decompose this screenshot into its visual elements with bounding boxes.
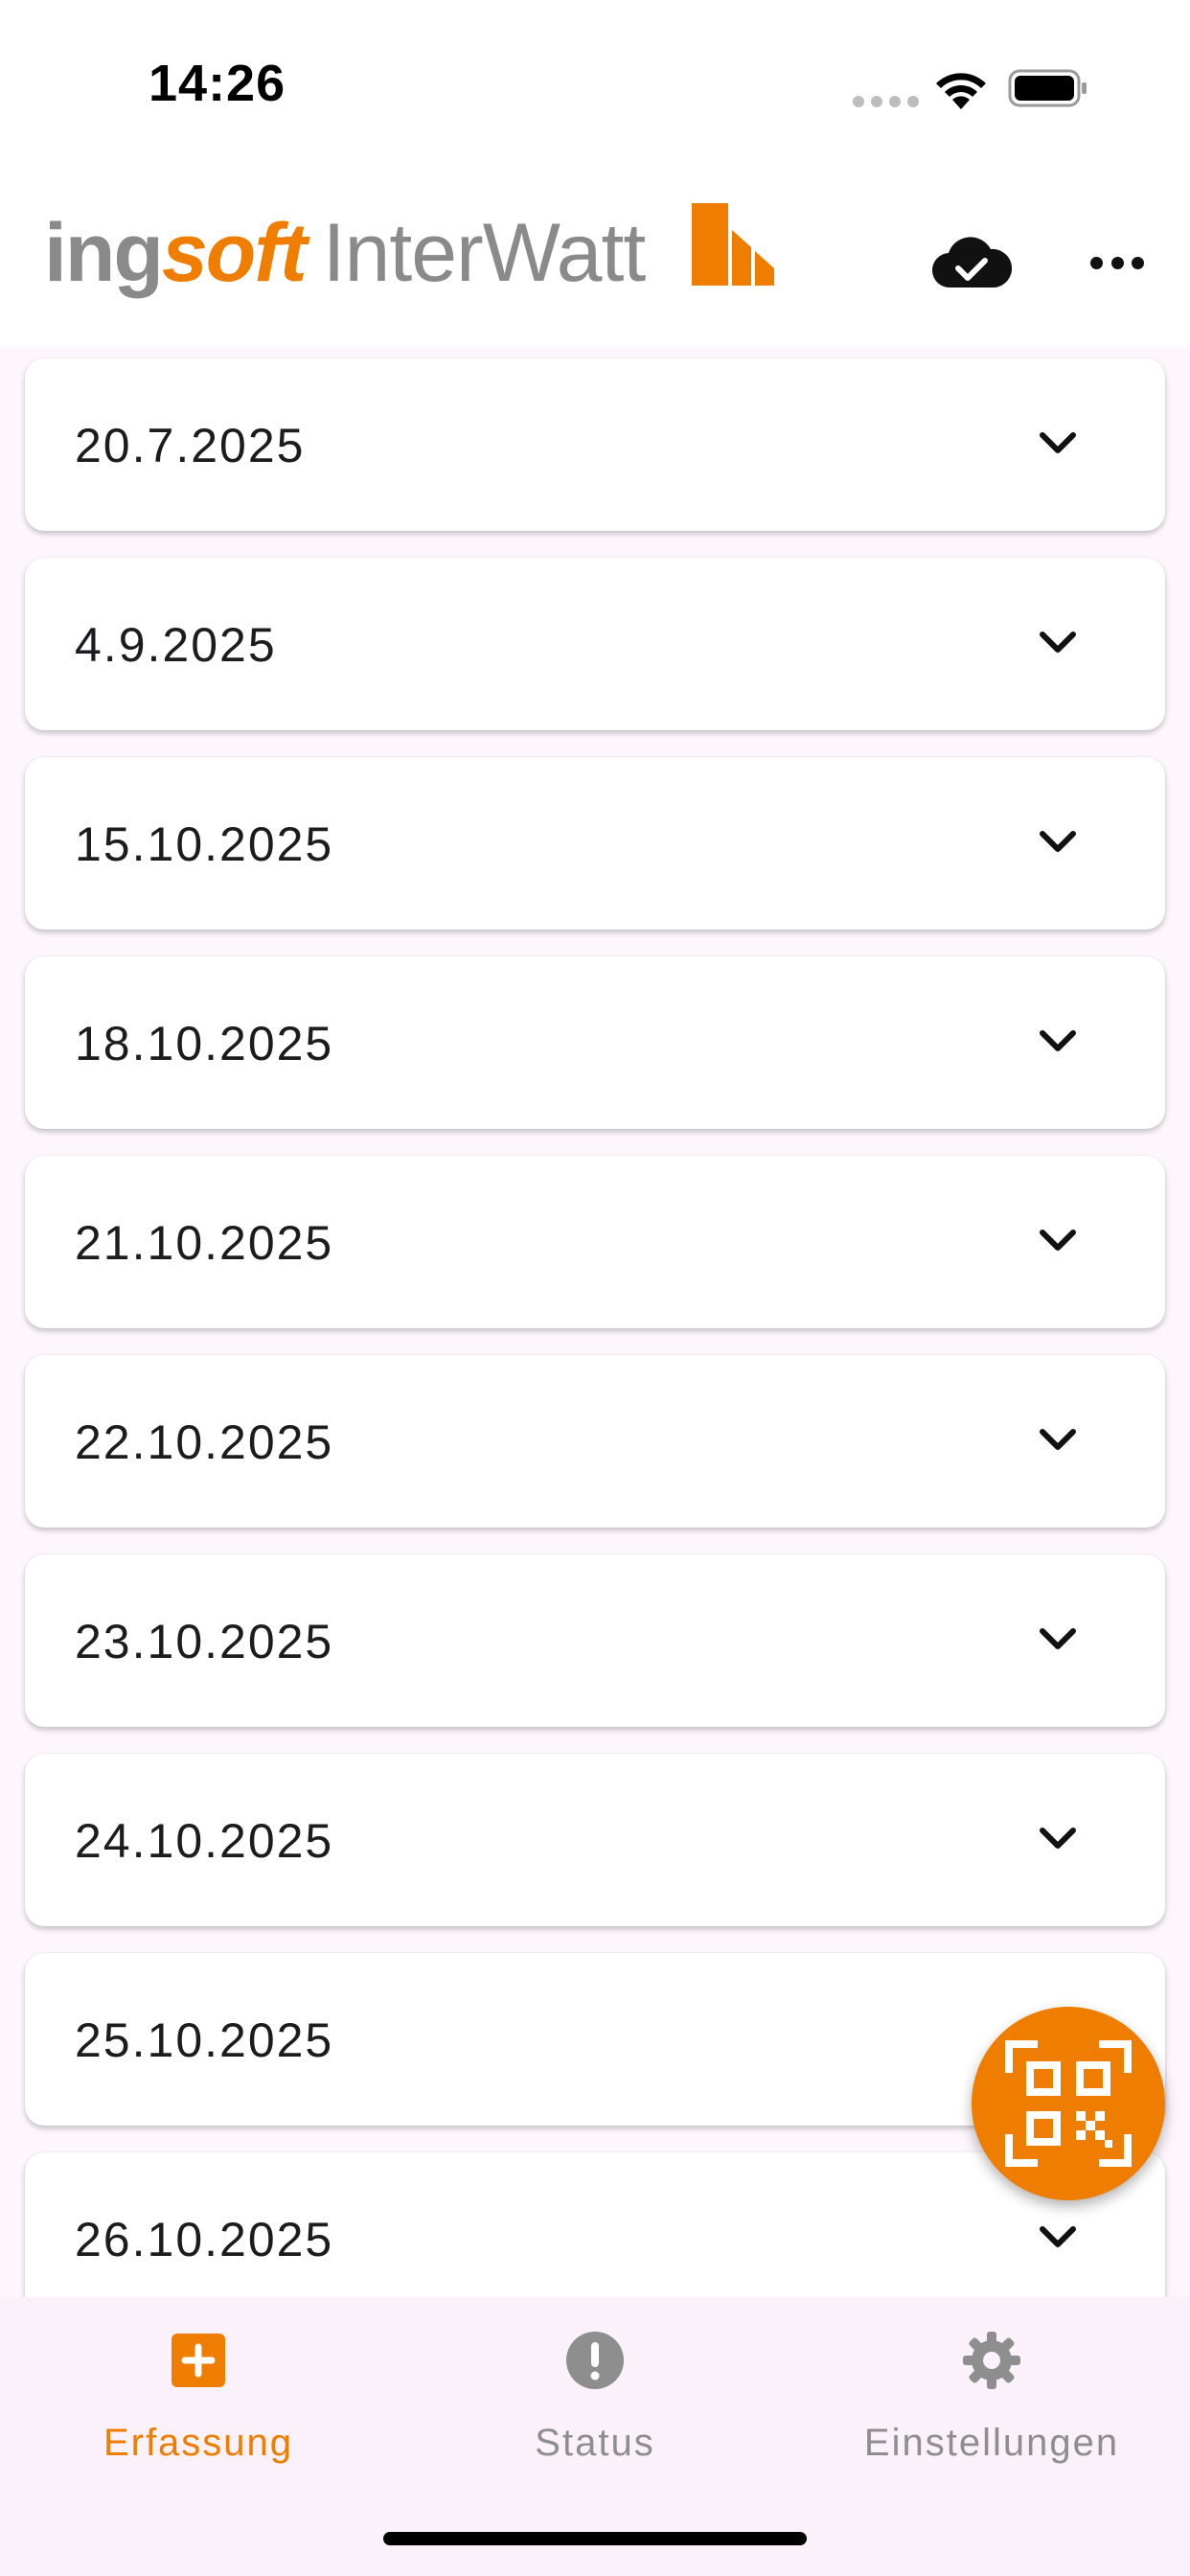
qr-code-scan-icon: [1005, 2040, 1132, 2167]
logo-bars-icon: [692, 203, 774, 286]
date-label: 20.7.2025: [75, 419, 306, 472]
date-card[interactable]: 22.10.2025: [25, 1355, 1165, 1528]
alert-circle-icon: [566, 2332, 624, 2389]
logo-text-soft: soft: [161, 207, 308, 299]
cellular-signal-icon: [853, 96, 919, 107]
date-card[interactable]: 21.10.2025: [25, 1156, 1165, 1328]
gear-icon: [963, 2332, 1020, 2389]
nav-tab-erfassung[interactable]: Erfassung: [7, 2318, 390, 2472]
date-label: 26.10.2025: [75, 2213, 334, 2266]
chevron-down-icon: [1040, 1628, 1076, 1649]
chevron-down-icon: [1040, 1230, 1076, 1251]
chevron-down-icon: [1040, 1030, 1076, 1051]
date-label: 21.10.2025: [75, 1216, 334, 1270]
nav-label: Einstellungen: [863, 2422, 1120, 2464]
date-card[interactable]: 26.10.2025: [25, 2152, 1165, 2297]
nav-tab-einstellungen[interactable]: Einstellungen: [800, 2318, 1183, 2472]
chevron-down-icon: [1040, 632, 1076, 653]
date-card[interactable]: 15.10.2025: [25, 757, 1165, 930]
app-logo: ing soft InterWatt: [44, 206, 647, 301]
date-card[interactable]: 24.10.2025: [25, 1754, 1165, 1926]
chevron-down-icon: [1040, 432, 1076, 453]
nav-label: Status: [535, 2422, 655, 2464]
logo-text-ing: ing: [44, 207, 164, 299]
chevron-down-icon: [1040, 831, 1076, 852]
date-label: 23.10.2025: [75, 1615, 334, 1668]
date-label: 24.10.2025: [75, 1814, 334, 1868]
date-label: 4.9.2025: [75, 618, 277, 672]
date-card[interactable]: 18.10.2025: [25, 956, 1165, 1129]
battery-icon: [1008, 69, 1087, 107]
cloud-check-icon[interactable]: [931, 232, 1012, 293]
date-label: 15.10.2025: [75, 817, 334, 871]
date-card[interactable]: 4.9.2025: [25, 558, 1165, 730]
home-indicator[interactable]: [383, 2532, 807, 2545]
qr-scan-button[interactable]: [972, 2007, 1165, 2200]
nav-label: Erfassung: [103, 2422, 294, 2464]
chevron-down-icon: [1040, 1429, 1076, 1450]
date-card[interactable]: 23.10.2025: [25, 1554, 1165, 1727]
date-card[interactable]: 20.7.2025: [25, 358, 1165, 531]
more-options-icon[interactable]: [1090, 257, 1144, 272]
chevron-down-icon: [1040, 2226, 1076, 2247]
date-label: 18.10.2025: [75, 1017, 334, 1070]
nav-tab-status[interactable]: Status: [403, 2318, 787, 2472]
wifi-icon: [936, 73, 986, 109]
chevron-down-icon: [1040, 1828, 1076, 1849]
date-label: 25.10.2025: [75, 2013, 334, 2067]
status-bar: 14:26: [0, 0, 1190, 172]
app-header: ing soft InterWatt: [0, 172, 1190, 347]
logo-text-interwatt: InterWatt: [322, 207, 647, 299]
date-list: 20.7.2025 4.9.2025 15.10.2025 18.10.2025…: [0, 347, 1190, 2297]
status-time: 14:26: [149, 55, 286, 112]
app-screen: 14:26 ing soft InterWatt 20.7.2025 4.9.2…: [0, 0, 1190, 2576]
add-box-icon: [172, 2334, 225, 2387]
date-label: 22.10.2025: [75, 1415, 334, 1469]
